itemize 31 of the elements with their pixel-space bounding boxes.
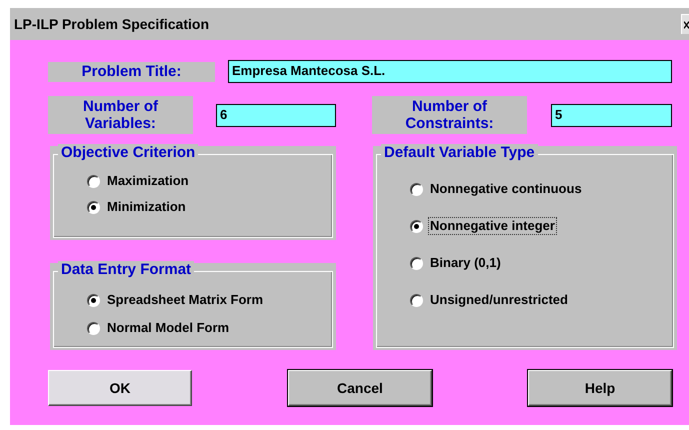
radio-label: Spreadsheet Matrix Form [106, 292, 264, 308]
radio-label: Unsigned/unrestricted [429, 292, 569, 308]
variables-field[interactable]: 6 [216, 104, 336, 126]
radio-button[interactable] [87, 322, 100, 334]
group-title: Default Variable Type [381, 144, 538, 162]
dialog-button[interactable]: Help [528, 370, 672, 406]
field-label: Problem Title: [48, 62, 215, 82]
radio-button[interactable] [410, 294, 423, 306]
window-title: LP-ILP Problem Specification [14, 14, 210, 34]
radio-label: Normal Model Form [106, 320, 230, 336]
close-button[interactable] [681, 14, 689, 34]
radio-label: Nonnegative continuous [429, 181, 583, 197]
radio-button[interactable] [410, 256, 423, 270]
group-title: Data Entry Format [58, 261, 194, 279]
radio-button[interactable] [87, 200, 100, 214]
radio-label: Binary (0,1) [429, 255, 502, 271]
constraints-field[interactable]: 5 [551, 104, 672, 126]
problem-title-field[interactable]: Empresa Mantecosa S.L. [228, 60, 672, 83]
radio-button[interactable] [87, 294, 100, 306]
dialog-button[interactable]: Cancel [288, 370, 432, 406]
close-icon [684, 20, 689, 28]
dialog-button[interactable]: OK [48, 370, 192, 406]
field-label: Number of Constraints: [372, 96, 527, 134]
radio-label: Maximization [106, 173, 190, 189]
field-label: Number of Variables: [48, 96, 193, 134]
radio-button[interactable] [87, 174, 100, 188]
radio-label: Minimization [106, 199, 187, 215]
group-title: Objective Criterion [58, 144, 198, 162]
radio-label: Nonnegative integer [429, 218, 556, 234]
radio-button[interactable] [410, 182, 423, 196]
radio-button[interactable] [410, 220, 423, 232]
